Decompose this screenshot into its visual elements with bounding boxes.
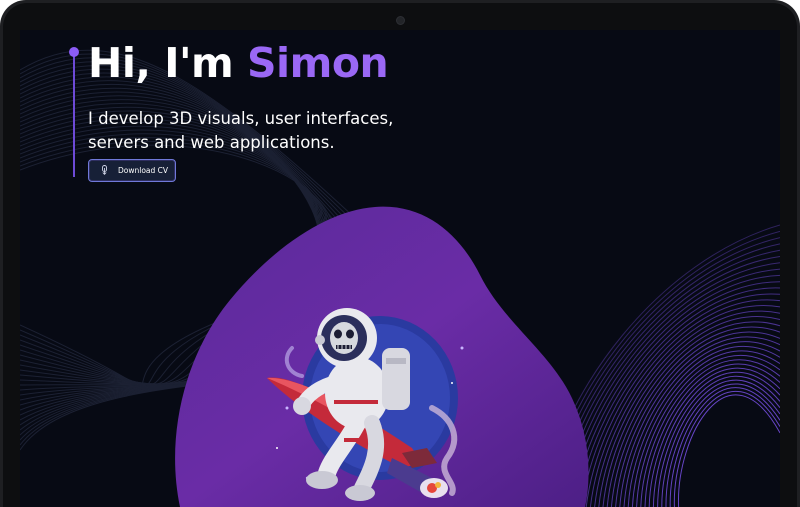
greeting-text: Hi, I'm <box>88 39 234 87</box>
astronaut-rocket-illustration <box>267 308 464 501</box>
download-cv-label: Download CV <box>118 166 169 175</box>
download-icon <box>102 165 107 175</box>
laptop-frame: Hi, I'm Simon I develop 3D visuals, user… <box>0 0 800 507</box>
hero-tagline: I develop 3D visuals, user interfaces, s… <box>88 109 394 152</box>
download-cv-button[interactable]: Download CV <box>88 159 176 182</box>
accent-line <box>73 53 75 177</box>
webcam-icon <box>396 16 405 25</box>
portfolio-screen: Hi, I'm Simon I develop 3D visuals, user… <box>20 30 780 507</box>
accent-dot <box>69 47 79 57</box>
hero-title: Hi, I'm Simon <box>88 39 389 87</box>
hero-name: Simon <box>247 39 389 87</box>
